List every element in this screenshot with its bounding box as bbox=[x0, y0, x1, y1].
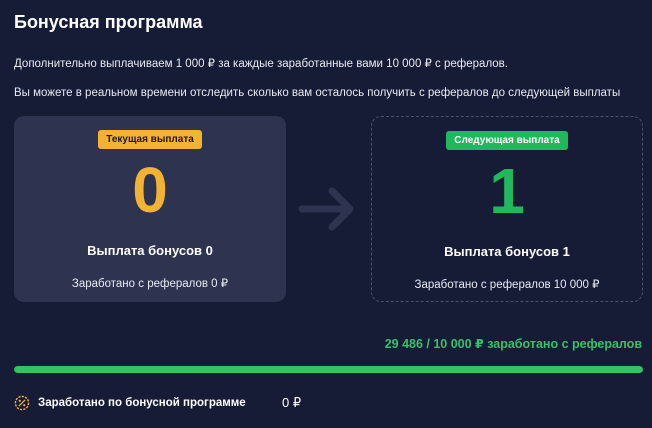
next-payout-title: Выплата бонусов 1 bbox=[444, 244, 570, 259]
current-payout-earned: Заработано с рефералов 0 ₽ bbox=[71, 278, 229, 290]
next-payout-earned: Заработано с рефералов 10 000 ₽ bbox=[414, 279, 600, 291]
referral-progress-bar bbox=[14, 366, 643, 373]
percent-badge-icon bbox=[14, 395, 30, 411]
current-payout-title: Выплата бонусов 0 bbox=[87, 243, 213, 258]
next-payout-number: 1 bbox=[489, 155, 525, 227]
next-payout-card: Следующая выплата 1 Выплата бонусов 1 За… bbox=[371, 116, 643, 302]
description-line-1: Дополнительно выплачиваем 1 000 ₽ за каж… bbox=[14, 58, 508, 70]
arrow-right-icon bbox=[298, 187, 354, 231]
current-payout-badge: Текущая выплата bbox=[98, 130, 202, 149]
page-title: Бонусная программа bbox=[14, 12, 203, 32]
current-payout-card: Текущая выплата 0 Выплата бонусов 0 Зара… bbox=[14, 116, 286, 302]
bonus-program-panel: Бонусная программа Дополнительно выплачи… bbox=[0, 0, 652, 428]
bonus-earned-value: 0 ₽ bbox=[282, 395, 302, 410]
bonus-earned-label: Заработано по бонусной программе bbox=[38, 397, 246, 409]
description-line-2: Вы можете в реальном времени отследить с… bbox=[14, 87, 621, 99]
referral-progress-fill bbox=[14, 366, 643, 373]
referral-progress-text: 29 486 / 10 000 ₽ заработано с рефералов bbox=[384, 337, 642, 351]
current-payout-number: 0 bbox=[132, 154, 168, 226]
next-payout-badge: Следующая выплата bbox=[446, 131, 568, 150]
